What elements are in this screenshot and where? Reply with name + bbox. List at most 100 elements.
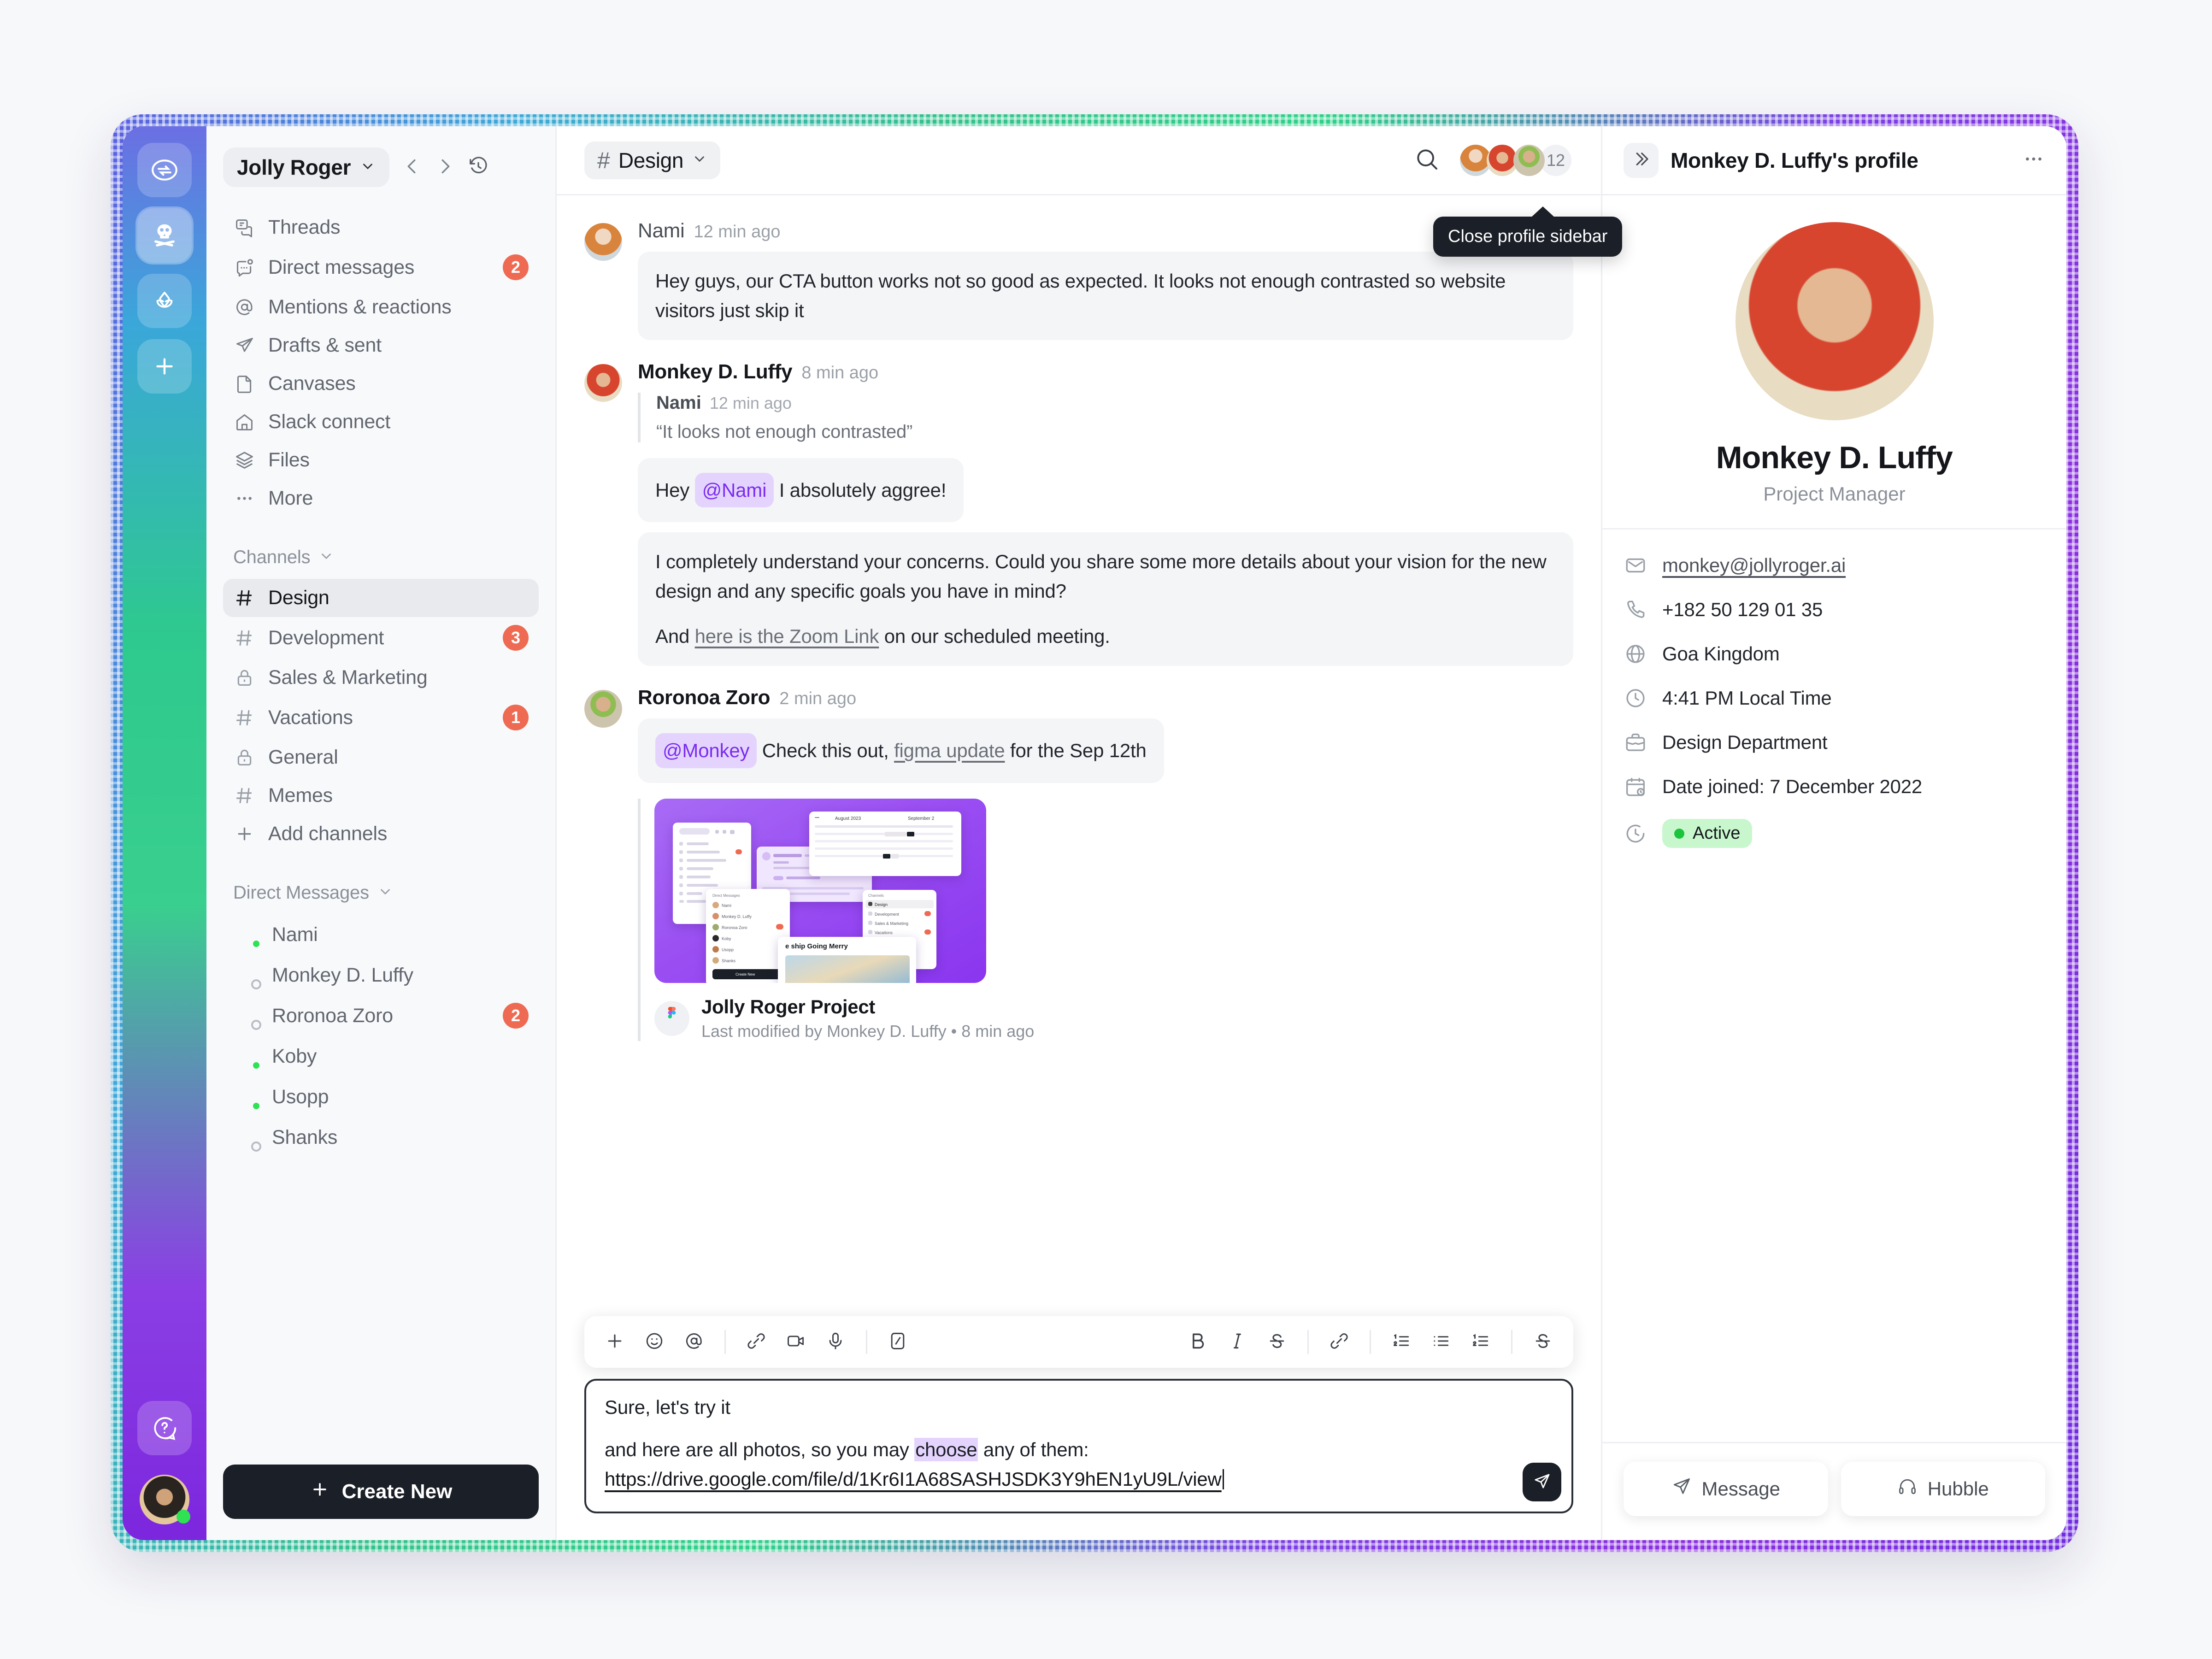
dm-item-monkey-d-luffy[interactable]: Monkey D. Luffy — [223, 955, 539, 995]
chat-header: # Design 12 — [557, 126, 1601, 195]
unread-badge: 2 — [502, 1003, 529, 1029]
sidebar-item-drafts[interactable]: Drafts & sent — [223, 326, 539, 365]
sidebar-item-canvases[interactable]: Canvases — [223, 365, 539, 403]
dm-item-nami[interactable]: Nami — [223, 914, 539, 955]
numbered-list-button[interactable] — [1463, 1324, 1498, 1359]
canvas-icon — [888, 1331, 908, 1353]
sidebar-item-more[interactable]: More — [223, 479, 539, 518]
mention-button[interactable] — [677, 1324, 712, 1359]
ordered-list-button[interactable] — [1384, 1324, 1419, 1359]
add-channels-button[interactable]: Add channels — [223, 815, 539, 853]
dm-item-roronoa-zoro[interactable]: Roronoa Zoro 2 — [223, 995, 539, 1036]
input-line-2: and here are all photos, so you may choo… — [605, 1435, 1553, 1494]
search-button[interactable] — [1414, 146, 1440, 174]
sidebar-item-slack-connect[interactable]: Slack connect — [223, 403, 539, 441]
threads-icon — [233, 217, 255, 239]
message-input[interactable]: Sure, let's try it and here are all phot… — [584, 1379, 1573, 1513]
sidebar-item-label: Drafts & sent — [268, 334, 382, 356]
profile-more-button[interactable] — [2022, 147, 2045, 173]
profile-header: Monkey D. Luffy's profile — [1602, 126, 2066, 195]
attachment-file-row[interactable]: Jolly Roger Project Last modified by Mon… — [654, 996, 1573, 1041]
profile-department-row: Design Department — [1624, 730, 2045, 754]
message-button-label: Message — [1701, 1478, 1780, 1500]
add-attachment-button[interactable] — [597, 1324, 632, 1359]
mention-tag[interactable]: @Nami — [694, 472, 774, 508]
zoom-link[interactable]: here is the Zoom Link — [695, 625, 879, 647]
sidebar-item-mentions[interactable]: Mentions & reactions — [223, 288, 539, 326]
blockquote-button[interactable] — [1525, 1324, 1560, 1359]
channel-item-development[interactable]: Development 3 — [223, 617, 539, 659]
video-button[interactable] — [778, 1324, 813, 1359]
canvas-button[interactable] — [880, 1324, 915, 1359]
sidebar-item-threads[interactable]: Threads — [223, 208, 539, 247]
lotus-workspace[interactable] — [137, 274, 192, 328]
unread-badge: 1 — [502, 705, 529, 730]
workspace-switcher[interactable] — [137, 143, 192, 197]
profile-email[interactable]: monkey@jollyroger.ai — [1662, 554, 1846, 577]
mention-tag[interactable]: @Monkey — [655, 733, 757, 768]
dm-label: Koby — [272, 1045, 317, 1067]
chevron-down-icon — [692, 151, 707, 169]
send-button[interactable] — [1523, 1463, 1561, 1501]
preview-channels-header: Channels — [868, 893, 884, 898]
chevrons-right-icon — [1631, 149, 1651, 171]
channels-group-header[interactable]: Channels — [223, 542, 539, 572]
chevron-down-icon — [360, 159, 376, 176]
message-timestamp: 2 min ago — [779, 688, 857, 708]
current-user-avatar[interactable] — [140, 1475, 190, 1524]
preview-dm-name: Monkey D. Luffy — [722, 914, 752, 919]
bullet-list-button[interactable] — [1424, 1324, 1459, 1359]
channel-selector[interactable]: # Design — [584, 141, 721, 179]
message-author: Monkey D. Luffy — [638, 360, 793, 383]
channel-item-design[interactable]: Design — [223, 579, 539, 617]
profile-role: Project Manager — [1763, 483, 1906, 505]
hubble-button[interactable]: Hubble — [1841, 1462, 2045, 1516]
channel-members[interactable]: 12 — [1458, 142, 1573, 178]
channel-item-general[interactable]: General — [223, 738, 539, 777]
nav-back-button[interactable] — [401, 156, 423, 179]
profile-email-row[interactable]: monkey@jollyroger.ai — [1624, 553, 2045, 577]
figma-preview-image[interactable]: August 2023 September 2 Direct Messages … — [654, 798, 986, 983]
profile-title: Monkey D. Luffy's profile — [1671, 148, 1918, 172]
sidebar-item-files[interactable]: Files — [223, 441, 539, 479]
close-profile-sidebar-button[interactable] — [1624, 142, 1659, 178]
channel-item-memes[interactable]: Memes — [223, 777, 539, 815]
profile-name: Monkey D. Luffy — [1716, 440, 1953, 475]
avatar — [233, 1002, 261, 1030]
sidebar-item-direct-messages[interactable]: Direct messages 2 — [223, 247, 539, 288]
hyperlink-button[interactable] — [1322, 1324, 1357, 1359]
figma-update-link[interactable]: figma update — [894, 740, 1005, 761]
profile-phone-row: +182 50 129 01 35 — [1624, 598, 2045, 622]
add-workspace[interactable] — [137, 339, 192, 394]
italic-button[interactable] — [1220, 1324, 1255, 1359]
dm-item-koby[interactable]: Koby — [223, 1036, 539, 1077]
avatar — [233, 1124, 261, 1152]
emoji-button[interactable] — [637, 1324, 672, 1359]
preview-dm-name: Usopp — [722, 947, 734, 952]
strikethrough-button[interactable] — [1259, 1324, 1294, 1359]
divider — [866, 1330, 867, 1354]
dm-list: Nami Monkey D. Luffy Roronoa Zoro 2 Koby… — [223, 914, 539, 1158]
profile-location-row: Goa Kingdom — [1624, 642, 2045, 666]
create-new-button[interactable]: Create New — [223, 1465, 539, 1519]
input-url[interactable]: https://drive.google.com/file/d/1Kr6I1A6… — [605, 1468, 1222, 1490]
link-button[interactable] — [739, 1324, 774, 1359]
hubble-button-label: Hubble — [1927, 1478, 1989, 1500]
preview-dm-name: Roronoa Zoro — [722, 925, 747, 930]
help-button[interactable] — [137, 1401, 192, 1455]
message-button[interactable]: Message — [1624, 1462, 1828, 1516]
bold-button[interactable] — [1180, 1324, 1215, 1359]
jolly-roger-workspace[interactable] — [137, 208, 192, 263]
window-inner: Jolly Roger Threads Direct messages 2 Me… — [123, 126, 2066, 1540]
dms-label: Direct Messages — [233, 882, 369, 903]
dm-item-usopp[interactable]: Usopp — [223, 1077, 539, 1117]
history-button[interactable] — [468, 156, 489, 179]
channel-item-sales-marketing[interactable]: Sales & Marketing — [223, 659, 539, 697]
microphone-button[interactable] — [818, 1324, 853, 1359]
dms-group-header[interactable]: Direct Messages — [223, 878, 539, 908]
workspace-selector[interactable]: Jolly Roger — [223, 147, 390, 187]
dm-item-shanks[interactable]: Shanks — [223, 1117, 539, 1158]
nav-forward-button[interactable] — [435, 156, 456, 179]
channel-item-vacations[interactable]: Vacations 1 — [223, 697, 539, 738]
divider — [1370, 1330, 1371, 1354]
